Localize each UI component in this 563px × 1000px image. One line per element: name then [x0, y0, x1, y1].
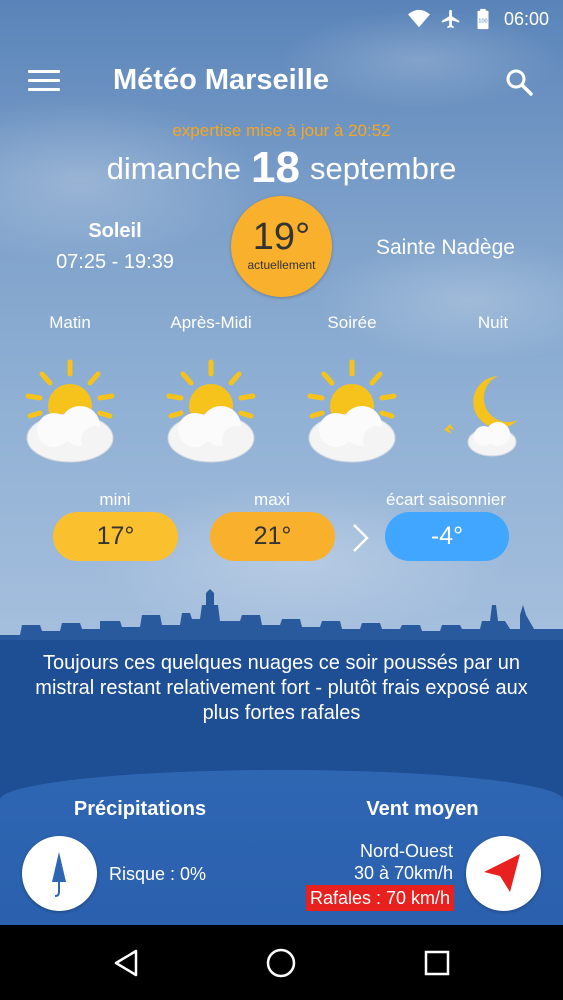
min-label: mini	[99, 490, 131, 509]
precipitation-title: Précipitations	[73, 798, 207, 820]
battery-icon: 100	[477, 8, 489, 30]
current-temperature-badge: 19° actuellement	[231, 196, 332, 297]
max-temperature: 21°	[210, 512, 335, 561]
wind-gusts: Rafales : 70 km/h	[306, 885, 454, 911]
wifi-icon	[407, 9, 430, 28]
period-label-soiree: Soirée	[327, 313, 377, 332]
menu-icon-bar	[28, 79, 60, 82]
home-icon[interactable]	[263, 945, 299, 981]
umbrella-icon	[52, 852, 66, 897]
current-temperature: 19°	[252, 216, 311, 258]
menu-icon-bar	[28, 88, 60, 91]
period-label-apres-midi: Après-Midi	[170, 313, 252, 332]
status-bar: 100 06:00	[0, 0, 563, 38]
forecast-text: Toujours ces quelques nuages ce soir pou…	[35, 652, 528, 724]
app-title: Météo Marseille	[113, 64, 329, 96]
airplane-icon	[441, 9, 460, 29]
current-temperature-label: actuellement	[247, 258, 316, 272]
search-icon[interactable]	[503, 66, 535, 98]
navigation-bar	[0, 925, 563, 1000]
battery-level: 100	[478, 19, 487, 25]
wind-title: Vent moyen	[366, 798, 479, 820]
sun-label: Soleil	[88, 220, 142, 242]
sun-times: 07:25 - 19:39	[56, 251, 174, 273]
period-labels: Matin Après-Midi Soirée Nuit	[0, 313, 563, 337]
seasonal-gap-label: écart saisonnier	[385, 490, 507, 509]
seasonal-gap: -4°	[385, 512, 509, 561]
app-bar: Météo Marseille	[0, 58, 563, 106]
menu-icon	[28, 70, 60, 73]
max-label: maxi	[254, 490, 290, 509]
wind-arrow-icon	[484, 854, 520, 892]
sun-cloud-icon[interactable]	[20, 358, 120, 468]
wind-button[interactable]	[466, 836, 541, 911]
period-label-nuit: Nuit	[477, 313, 509, 332]
precipitation-risk: Risque : 0%	[109, 864, 207, 884]
back-icon[interactable]	[108, 945, 144, 981]
wind-direction: Nord-Ouest	[359, 841, 453, 861]
day-number: 18	[251, 143, 300, 192]
chevron-right-icon[interactable]	[350, 522, 372, 554]
saint-of-day: Sainte Nadège	[376, 236, 515, 259]
date-heading: dimanche 18 septembre	[0, 140, 563, 192]
month-name: septembre	[309, 151, 457, 186]
precipitation-button[interactable]	[22, 836, 97, 911]
wind-speed: 30 à 70km/h	[353, 863, 453, 883]
recents-icon[interactable]	[419, 945, 455, 981]
moon-cloud-icon[interactable]	[440, 358, 540, 468]
clock: 06:00	[503, 8, 549, 29]
sun-cloud-icon[interactable]	[302, 358, 402, 468]
day-name: dimanche	[106, 151, 241, 186]
sun-times-block: Soleil 07:25 - 19:39	[30, 220, 200, 274]
menu-button[interactable]	[28, 70, 60, 94]
period-label-matin: Matin	[49, 313, 91, 332]
min-temperature: 17°	[53, 512, 178, 561]
sun-cloud-icon[interactable]	[161, 358, 261, 468]
period-icons	[0, 358, 563, 468]
update-time: expertise mise à jour à 20:52	[172, 121, 391, 140]
